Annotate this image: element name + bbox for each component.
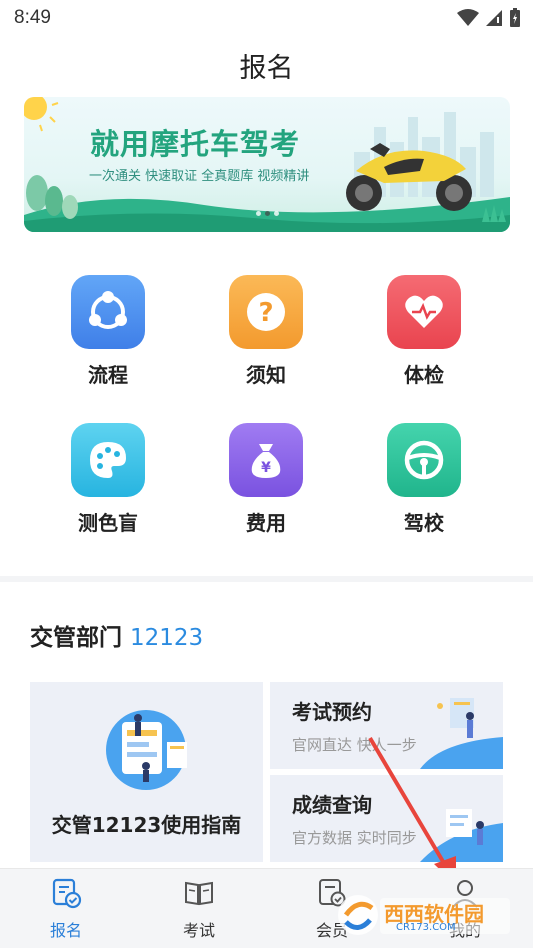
signal-icon [486, 10, 502, 26]
banner-headline: 就用摩托车驾考 [90, 127, 301, 161]
guide-card-label: 交管12123使用指南 [51, 813, 242, 837]
section-title-number: 12123 [130, 625, 204, 651]
page-title: 报名 [239, 53, 294, 84]
banner-subline: 一次通关 快速取证 全真题库 视频精讲 [89, 169, 310, 184]
grid-item-fees[interactable]: ¥ 费用 [206, 423, 326, 536]
money-bag-icon: ¥ [229, 423, 303, 497]
battery-icon [510, 8, 520, 27]
steering-wheel-icon [387, 423, 461, 497]
wifi-icon [457, 9, 479, 26]
guide-card[interactable]: 交管12123使用指南 [30, 682, 263, 862]
tab-label: 考试 [182, 921, 215, 940]
pager-dot [274, 211, 279, 216]
grid-label: 流程 [88, 363, 128, 387]
tab-label: 报名 [49, 921, 82, 940]
grid-item-health-check[interactable]: 体检 [364, 275, 484, 388]
promo-banner[interactable]: 就用摩托车驾考 一次通关 快速取证 全真题库 视频精讲 [24, 97, 510, 232]
grid-label: 费用 [246, 511, 286, 535]
grid-label: 体检 [404, 363, 444, 387]
tab-exam[interactable]: 考试 [159, 877, 239, 941]
question-icon: ? [229, 275, 303, 349]
book-icon [185, 881, 213, 906]
status-icons [457, 8, 521, 28]
grid-item-notice[interactable]: ? 须知 [206, 275, 326, 388]
site-watermark: 西西软件园 CR173.COM [336, 892, 514, 938]
tab-signup[interactable]: 报名 [26, 877, 106, 941]
document-check-icon [52, 878, 82, 909]
status-bar: 8:49 [0, 0, 533, 36]
watermark-url: CR173.COM [396, 922, 456, 933]
heart-icon [387, 275, 461, 349]
grid-item-process[interactable]: 流程 [48, 275, 168, 388]
pager-dot-active [265, 211, 270, 216]
exam-booking-title: 考试预约 [292, 700, 372, 724]
share-nodes-icon [71, 275, 145, 349]
section-title: 交管部门 12123 [30, 618, 203, 652]
palette-icon [71, 423, 145, 497]
phone-guide-illustration [106, 710, 187, 790]
section-divider [0, 576, 533, 582]
banner-pager-dots [256, 211, 279, 216]
grid-label: 驾校 [404, 511, 444, 535]
grid-label: 须知 [246, 363, 286, 387]
grid-label: 测色盲 [78, 511, 138, 535]
grid-item-driving-school[interactable]: 驾校 [364, 423, 484, 536]
svg-text:¥: ¥ [261, 460, 271, 476]
status-time: 8:49 [14, 7, 51, 28]
grid-item-color-blind-test[interactable]: 测色盲 [48, 423, 168, 536]
pager-dot [256, 211, 261, 216]
svg-text:?: ? [258, 298, 273, 328]
annotation-arrow [368, 736, 456, 885]
section-title-text: 交管部门 [30, 625, 122, 651]
